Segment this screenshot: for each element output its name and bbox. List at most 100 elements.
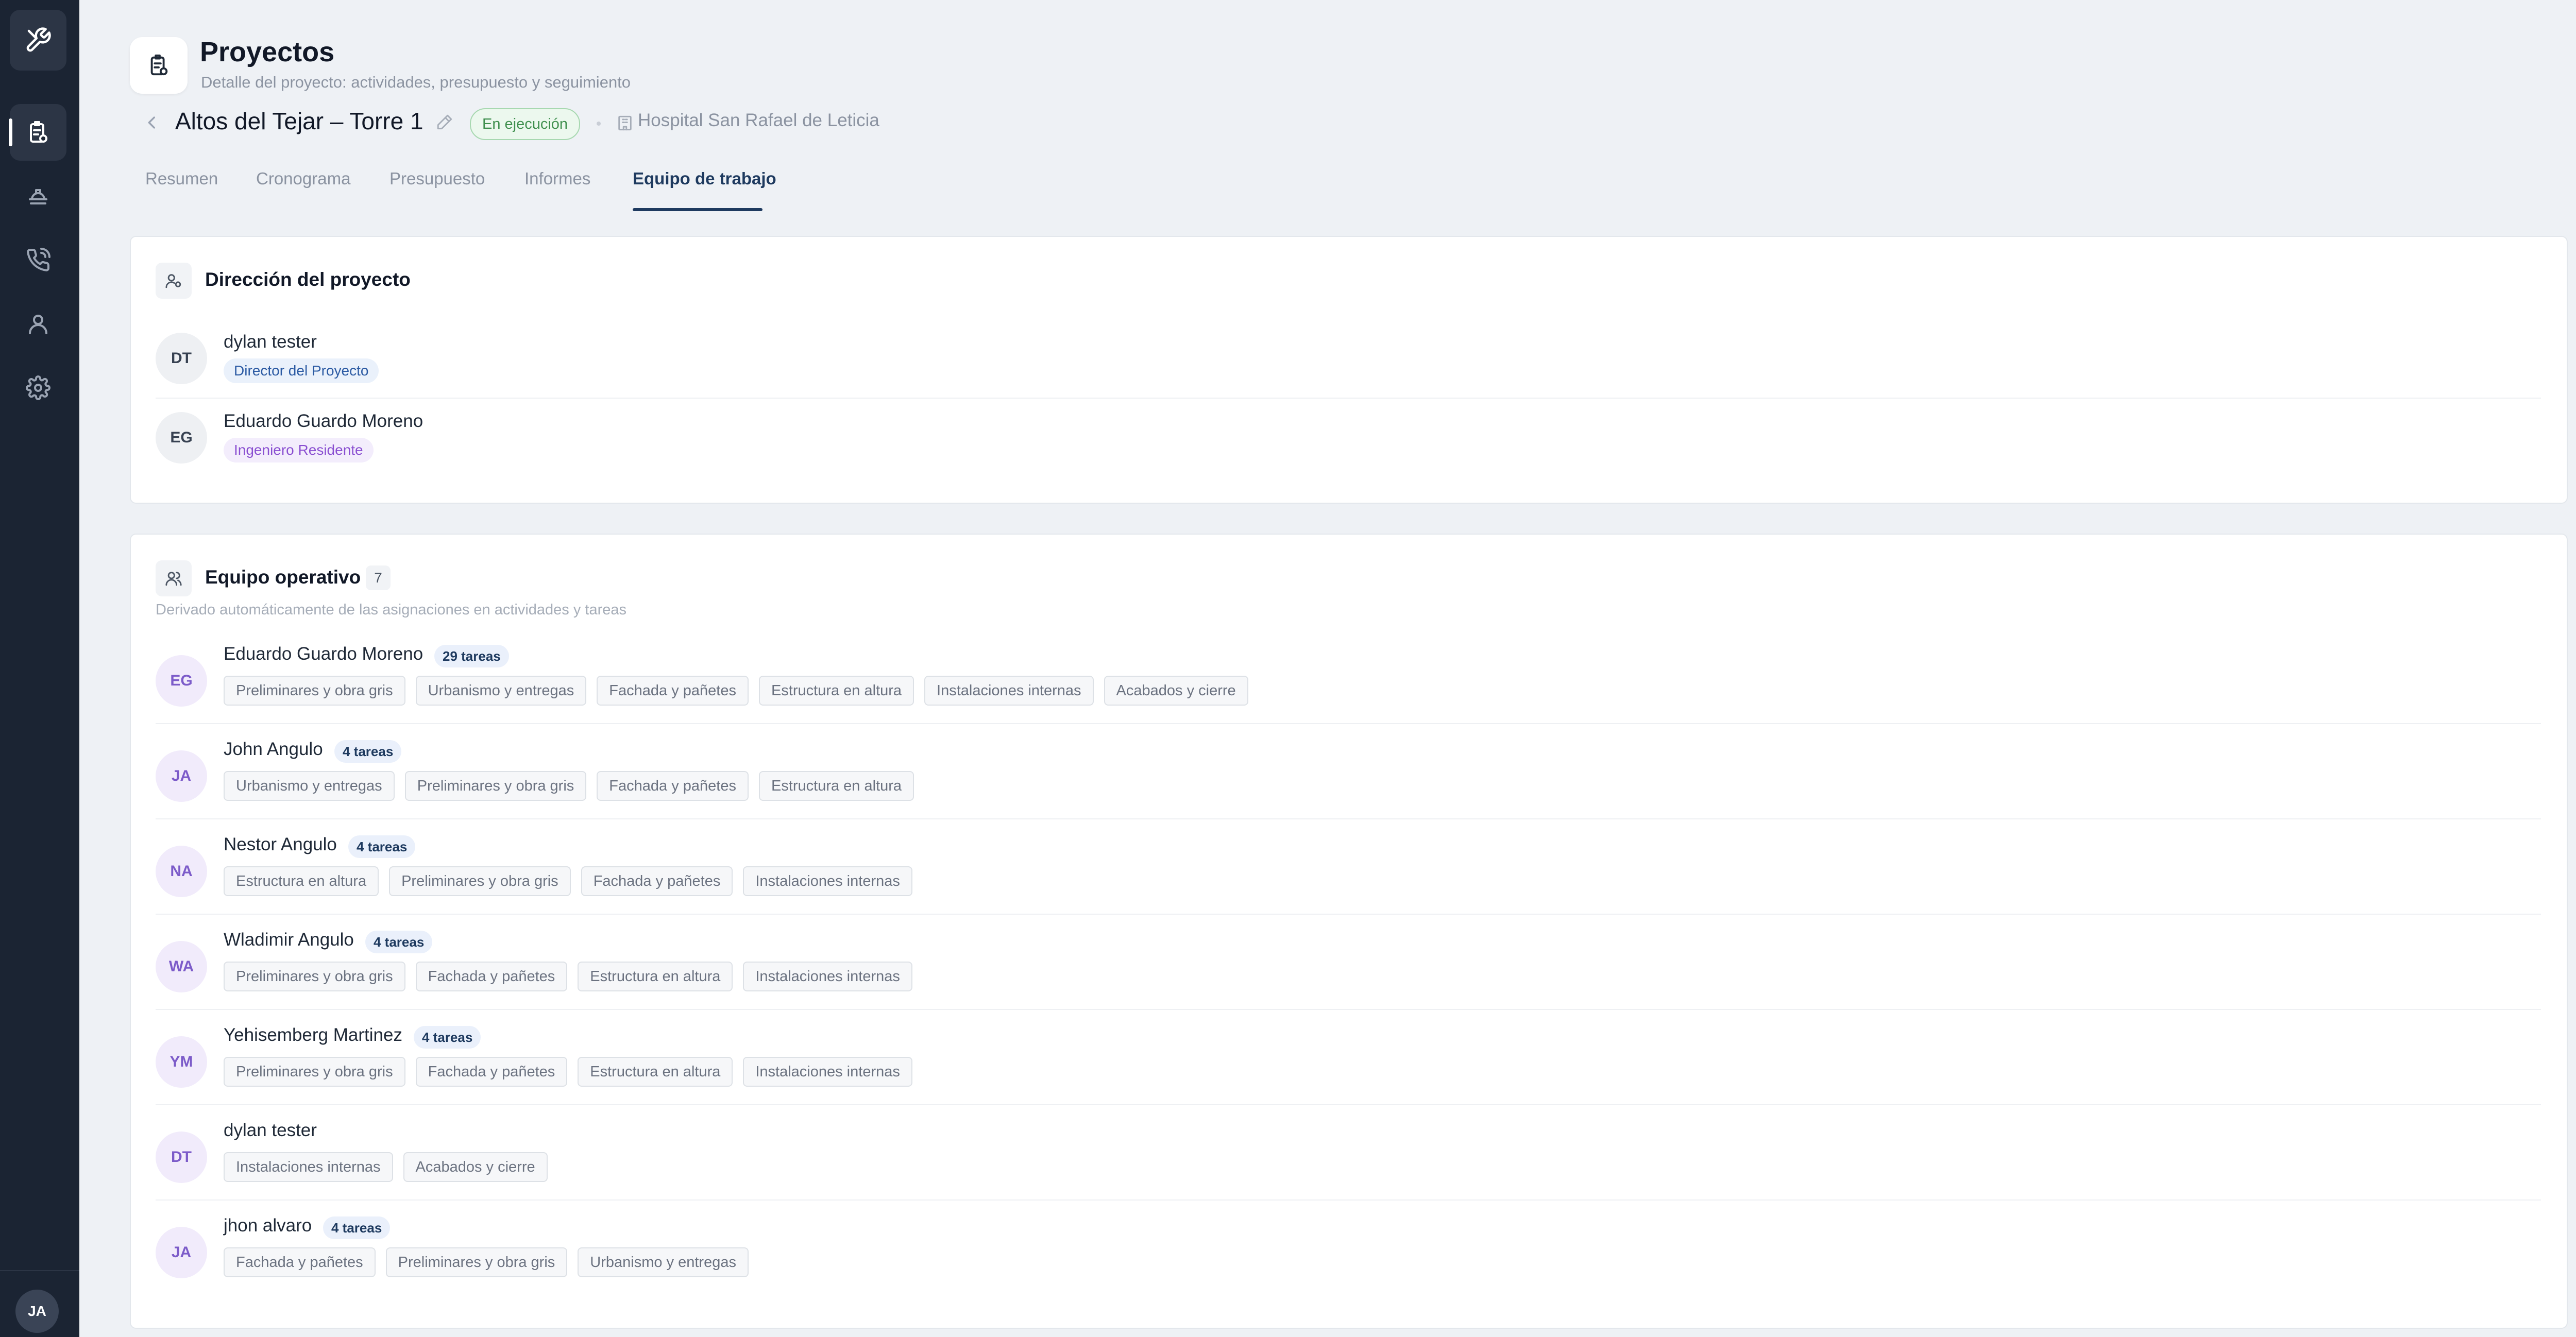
operative-title: Equipo operativo bbox=[205, 567, 361, 588]
activity-chip: Urbanismo y entregas bbox=[578, 1247, 749, 1277]
projects-header-icon bbox=[130, 37, 188, 94]
activity-chip: Estructura en altura bbox=[224, 866, 379, 896]
activity-chip: Preliminares y obra gris bbox=[224, 1057, 405, 1087]
activity-chip: Preliminares y obra gris bbox=[224, 962, 405, 991]
project-name: Altos del Tejar – Torre 1 bbox=[175, 108, 423, 134]
activity-chip: Urbanismo y entregas bbox=[224, 771, 395, 801]
tab-resumen[interactable]: Resumen bbox=[145, 169, 218, 188]
back-chevron-icon[interactable] bbox=[143, 110, 161, 135]
activity-chip: Fachada y pañetes bbox=[415, 1057, 568, 1087]
member-name: dylan tester bbox=[224, 332, 317, 352]
tab-informes[interactable]: Informes bbox=[524, 169, 590, 188]
user-avatar[interactable]: JA bbox=[15, 1290, 59, 1333]
avatar: DT bbox=[156, 1132, 207, 1183]
activity-chip: Fachada y pañetes bbox=[224, 1247, 376, 1277]
member-name: jhon alvaro bbox=[224, 1215, 312, 1236]
member-name: Eduardo Guardo Moreno bbox=[224, 411, 423, 431]
users-icon bbox=[156, 560, 192, 596]
row-divider bbox=[156, 1104, 2541, 1105]
member-count-badge: 7 bbox=[366, 565, 391, 590]
row-divider bbox=[156, 398, 2541, 399]
projects-icon bbox=[26, 120, 50, 145]
avatar: WA bbox=[156, 941, 207, 992]
activity-chip: Preliminares y obra gris bbox=[224, 676, 405, 706]
member-name: Wladimir Angulo bbox=[224, 930, 354, 950]
sidebar-item-settings[interactable] bbox=[10, 359, 66, 416]
task-count-badge: 4 tareas bbox=[348, 835, 416, 858]
tab-equipo-de-trabajo[interactable]: Equipo de trabajo bbox=[633, 169, 776, 188]
row-divider bbox=[156, 1199, 2541, 1201]
tab-presupuesto[interactable]: Presupuesto bbox=[389, 169, 485, 188]
active-tab-indicator bbox=[633, 208, 762, 211]
phone-icon bbox=[26, 248, 50, 272]
activity-chip-list: Preliminares y obra gris Fachada y pañete… bbox=[224, 1057, 923, 1087]
user-icon bbox=[26, 312, 50, 336]
activity-chip-list: Preliminares y obra gris Fachada y pañete… bbox=[224, 962, 923, 991]
operative-subtitle: Derivado automáticamente de las asignaci… bbox=[156, 602, 627, 618]
tab-cronograma[interactable]: Cronograma bbox=[256, 169, 350, 188]
activity-chip: Estructura en altura bbox=[578, 962, 733, 991]
activity-chip: Acabados y cierre bbox=[403, 1152, 548, 1182]
sidebar-item-workers[interactable] bbox=[10, 168, 66, 225]
activity-chip: Estructura en altura bbox=[758, 771, 914, 801]
activity-chip: Fachada y pañetes bbox=[415, 962, 568, 991]
avatar: JA bbox=[156, 1227, 207, 1278]
activity-chip-list: Preliminares y obra gris Urbanismo y entr… bbox=[224, 676, 1259, 706]
activity-chip-list: Estructura en altura Preliminares y obra … bbox=[224, 866, 923, 896]
tools-logo-icon[interactable] bbox=[10, 10, 66, 71]
avatar: YM bbox=[156, 1036, 207, 1088]
separator-dot bbox=[597, 122, 601, 126]
avatar: DT bbox=[156, 333, 207, 384]
gear-icon bbox=[26, 375, 50, 400]
activity-chip-list: Fachada y pañetes Preliminares y obra gri… bbox=[224, 1247, 759, 1277]
activity-chip: Preliminares y obra gris bbox=[404, 771, 587, 801]
role-badge: Ingeniero Residente bbox=[224, 438, 374, 462]
helmet-icon bbox=[26, 184, 50, 209]
direction-title: Dirección del proyecto bbox=[205, 269, 411, 290]
activity-chip: Acabados y cierre bbox=[1104, 676, 1248, 706]
avatar: EG bbox=[156, 412, 207, 464]
avatar: EG bbox=[156, 655, 207, 707]
task-count-badge: 4 tareas bbox=[323, 1216, 391, 1239]
user-settings-icon bbox=[156, 263, 192, 299]
sidebar: JA bbox=[0, 0, 79, 1337]
page-subtitle: Detalle del proyecto: actividades, presu… bbox=[201, 73, 631, 91]
activity-chip: Fachada y pañetes bbox=[597, 771, 749, 801]
edit-pencil-icon[interactable] bbox=[436, 113, 453, 131]
task-count-badge: 4 tareas bbox=[365, 931, 433, 953]
activity-chip: Instalaciones internas bbox=[224, 1152, 393, 1182]
row-divider bbox=[156, 914, 2541, 915]
sidebar-item-projects[interactable] bbox=[9, 104, 66, 161]
row-divider bbox=[156, 1009, 2541, 1010]
avatar: JA bbox=[156, 750, 207, 802]
sidebar-item-contacts[interactable] bbox=[10, 232, 66, 288]
role-badge: Director del Proyecto bbox=[224, 358, 379, 383]
activity-chip-list: Urbanismo y entregas Preliminares y obra … bbox=[224, 771, 924, 801]
status-badge: En ejecución bbox=[470, 108, 581, 140]
activity-chip: Instalaciones internas bbox=[743, 962, 912, 991]
member-name: dylan tester bbox=[224, 1120, 317, 1140]
page-title: Proyectos bbox=[200, 37, 335, 67]
activity-chip: Fachada y pañetes bbox=[581, 866, 733, 896]
member-name: Yehisemberg Martinez bbox=[224, 1025, 402, 1045]
operative-team-card: Equipo operativo 7 Derivado automáticame… bbox=[130, 534, 2568, 1329]
member-name: Nestor Angulo bbox=[224, 834, 337, 854]
sidebar-item-users[interactable] bbox=[10, 296, 66, 352]
activity-chip: Instalaciones internas bbox=[743, 866, 912, 896]
task-count-badge: 4 tareas bbox=[414, 1026, 481, 1049]
building-icon bbox=[616, 114, 634, 132]
client-name[interactable]: Hospital San Rafael de Leticia bbox=[638, 110, 879, 131]
activity-chip-list: Instalaciones internas Acabados y cierre bbox=[224, 1152, 558, 1182]
task-count-badge: 4 tareas bbox=[334, 740, 402, 763]
activity-chip: Preliminares y obra gris bbox=[385, 1247, 568, 1277]
direction-card: Dirección del proyecto DT dylan tester D… bbox=[130, 236, 2568, 504]
activity-chip: Instalaciones internas bbox=[743, 1057, 912, 1087]
row-divider bbox=[156, 818, 2541, 819]
activity-chip: Preliminares y obra gris bbox=[389, 866, 571, 896]
member-name: Eduardo Guardo Moreno bbox=[224, 644, 423, 664]
task-count-badge: 29 tareas bbox=[434, 645, 509, 667]
member-name: John Angulo bbox=[224, 739, 323, 759]
sidebar-divider bbox=[0, 1270, 79, 1271]
activity-chip: Estructura en altura bbox=[758, 676, 914, 706]
activity-chip: Estructura en altura bbox=[578, 1057, 733, 1087]
